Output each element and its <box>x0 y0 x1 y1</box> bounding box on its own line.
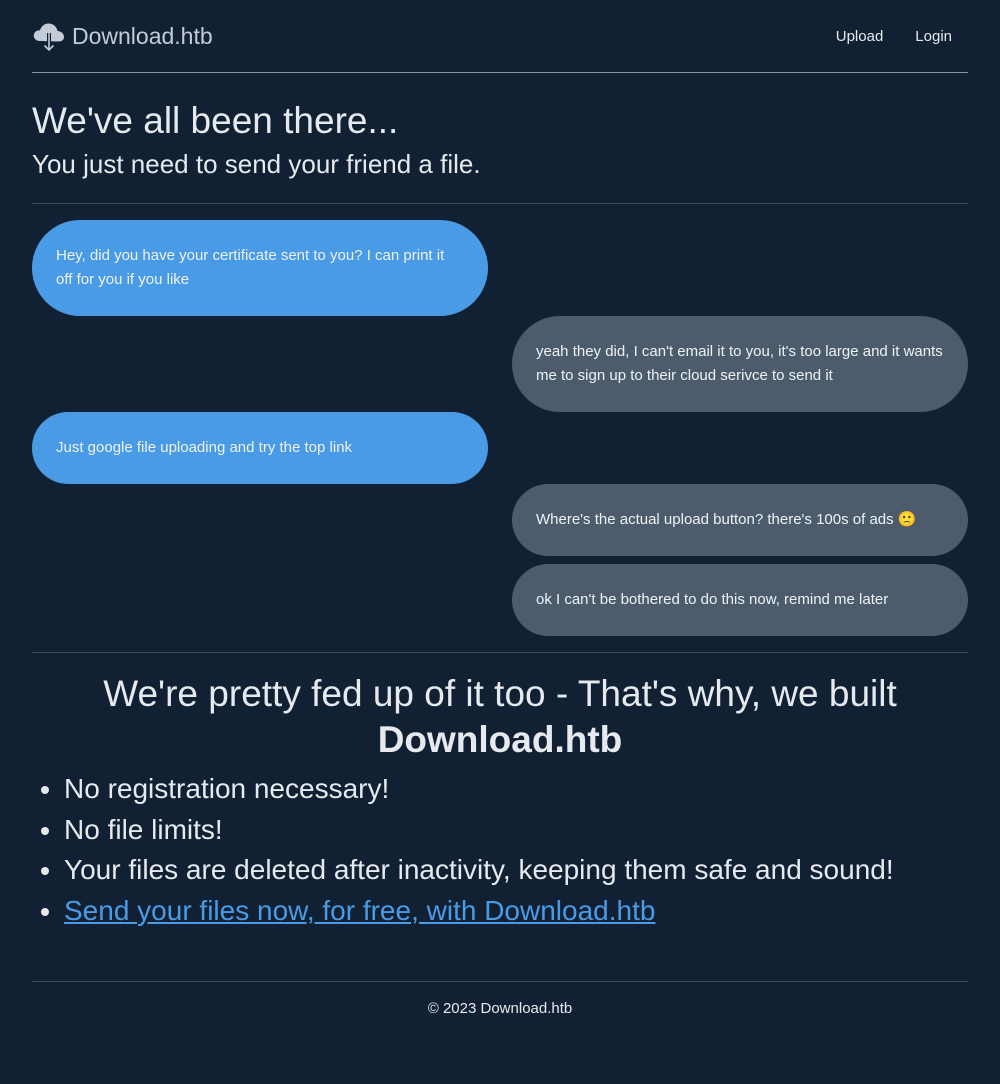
navbar: Download.htb Upload Login <box>32 0 968 73</box>
feature-item: Send your files now, for free, with Down… <box>64 891 968 932</box>
chat-message-row: Where's the actual upload button? there'… <box>32 484 968 556</box>
hero-section: We've all been there... You just need to… <box>32 73 968 204</box>
chat-bubble-outgoing: Where's the actual upload button? there'… <box>512 484 968 556</box>
send-files-cta-link[interactable]: Send your files now, for free, with Down… <box>64 895 655 926</box>
brand-link[interactable]: Download.htb <box>32 19 213 53</box>
chat-message-text: Where's the actual upload button? there'… <box>536 511 917 528</box>
feature-item: No registration necessary! <box>64 769 968 810</box>
chat-bubble-outgoing: yeah they did, I can't email it to you, … <box>512 316 968 412</box>
chat-bubble-incoming: Hey, did you have your certificate sent … <box>32 220 488 316</box>
chat-conversation: Hey, did you have your certificate sent … <box>32 204 968 653</box>
features-heading-text: We're pretty fed up of it too - That's w… <box>103 673 897 714</box>
footer-copyright: © 2023 Download.htb <box>427 1000 573 1017</box>
chat-message-row: ok I can't be bothered to do this now, r… <box>32 564 968 636</box>
chat-message-row: Just google file uploading and try the t… <box>32 412 968 484</box>
nav-login-link[interactable]: Login <box>899 28 968 45</box>
footer: © 2023 Download.htb <box>32 982 968 1017</box>
nav-upload-link[interactable]: Upload <box>820 28 900 45</box>
chat-bubble-incoming: Just google file uploading and try the t… <box>32 412 488 484</box>
chat-message-row: yeah they did, I can't email it to you, … <box>32 316 968 412</box>
chat-message-text: yeah they did, I can't email it to you, … <box>536 343 943 384</box>
feature-item: Your files are deleted after inactivity,… <box>64 850 968 891</box>
chat-message-text: Just google file uploading and try the t… <box>56 439 353 456</box>
feature-item: No file limits! <box>64 810 968 851</box>
features-heading: We're pretty fed up of it too - That's w… <box>32 671 968 763</box>
chat-message-text: Hey, did you have your certificate sent … <box>56 247 445 288</box>
chat-message-text: ok I can't be bothered to do this now, r… <box>536 591 889 608</box>
cloud-download-icon <box>32 19 66 53</box>
chat-message-row: Hey, did you have your certificate sent … <box>32 220 968 316</box>
hero-title: We've all been there... <box>32 100 399 141</box>
brand-name: Download.htb <box>72 22 213 49</box>
features-section: We're pretty fed up of it too - That's w… <box>32 653 968 982</box>
page: Download.htb Upload Login We've all been… <box>0 0 1000 1084</box>
feature-list: No registration necessary! No file limit… <box>32 769 968 931</box>
hero-subtitle: You just need to send your friend a file… <box>32 149 481 179</box>
top-nav: Upload Login <box>820 28 968 45</box>
features-heading-brand: Download.htb <box>377 719 623 760</box>
chat-bubble-outgoing: ok I can't be bothered to do this now, r… <box>512 564 968 636</box>
